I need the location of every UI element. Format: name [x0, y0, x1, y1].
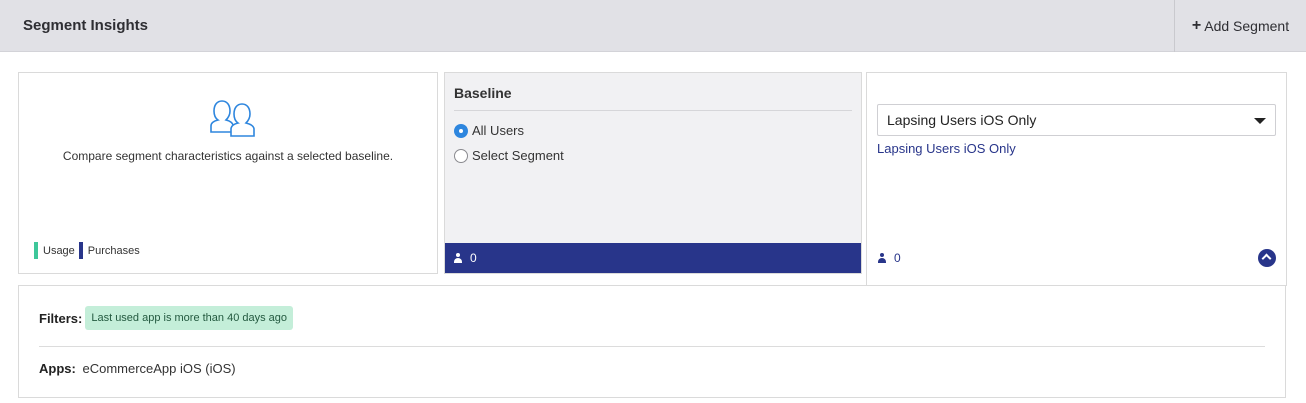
segment-count-row: 0: [878, 251, 901, 265]
add-segment-button[interactable]: + Add Segment: [1174, 0, 1306, 52]
person-icon: [454, 253, 462, 263]
legend-item-usage: Usage: [34, 242, 75, 259]
purchases-color-bar: [78, 242, 83, 259]
baseline-panel: Baseline All Users Select Segment 0: [444, 72, 862, 274]
segment-panel: Lapsing Users iOS Only Lapsing Users iOS…: [866, 72, 1287, 286]
segment-select[interactable]: Lapsing Users iOS Only: [877, 104, 1276, 136]
baseline-title: Baseline: [454, 85, 512, 101]
segment-link[interactable]: Lapsing Users iOS Only: [877, 141, 1016, 156]
person-icon: [878, 253, 886, 263]
apps-label: Apps:: [39, 361, 76, 376]
intro-description: Compare segment characteristics against …: [62, 149, 394, 163]
legend-label-usage: Usage: [43, 244, 75, 257]
add-segment-label: Add Segment: [1204, 18, 1290, 34]
intro-panel: Compare segment characteristics against …: [18, 72, 438, 274]
apps-row: Apps: eCommerceApp iOS (iOS): [39, 361, 236, 376]
divider: [39, 346, 1265, 347]
legend-item-purchases: Purchases: [78, 242, 140, 259]
chevron-up-icon[interactable]: [1258, 249, 1276, 267]
filters-row: Filters: Last used app is more than 40 d…: [39, 306, 294, 330]
divider: [454, 110, 852, 111]
caret-down-icon: [1254, 118, 1266, 124]
segment-count: 0: [894, 251, 901, 265]
radio-all-users[interactable]: All Users: [454, 123, 524, 138]
radio-button[interactable]: [454, 148, 468, 163]
baseline-count-bar: 0: [445, 243, 861, 273]
segment-details: Filters: Last used app is more than 40 d…: [18, 285, 1286, 398]
legend-label-purchases: Purchases: [87, 244, 140, 257]
segment-select-value: Lapsing Users iOS Only: [887, 112, 1037, 128]
users-icon: [210, 100, 255, 137]
baseline-count: 0: [470, 251, 477, 265]
radio-button[interactable]: [454, 123, 468, 138]
usage-color-bar: [34, 242, 38, 259]
radio-label: All Users: [472, 123, 525, 138]
filter-badge: Last used app is more than 40 days ago: [85, 306, 294, 330]
page-title: Segment Insights: [23, 17, 149, 34]
plus-icon: +: [1191, 17, 1202, 34]
radio-select-segment[interactable]: Select Segment: [454, 148, 564, 163]
filters-label: Filters:: [39, 310, 83, 326]
legend: Usage Purchases: [34, 242, 144, 259]
apps-value: eCommerceApp iOS (iOS): [82, 361, 236, 376]
radio-label: Select Segment: [472, 148, 564, 163]
page-header: Segment Insights + Add Segment: [0, 0, 1306, 52]
